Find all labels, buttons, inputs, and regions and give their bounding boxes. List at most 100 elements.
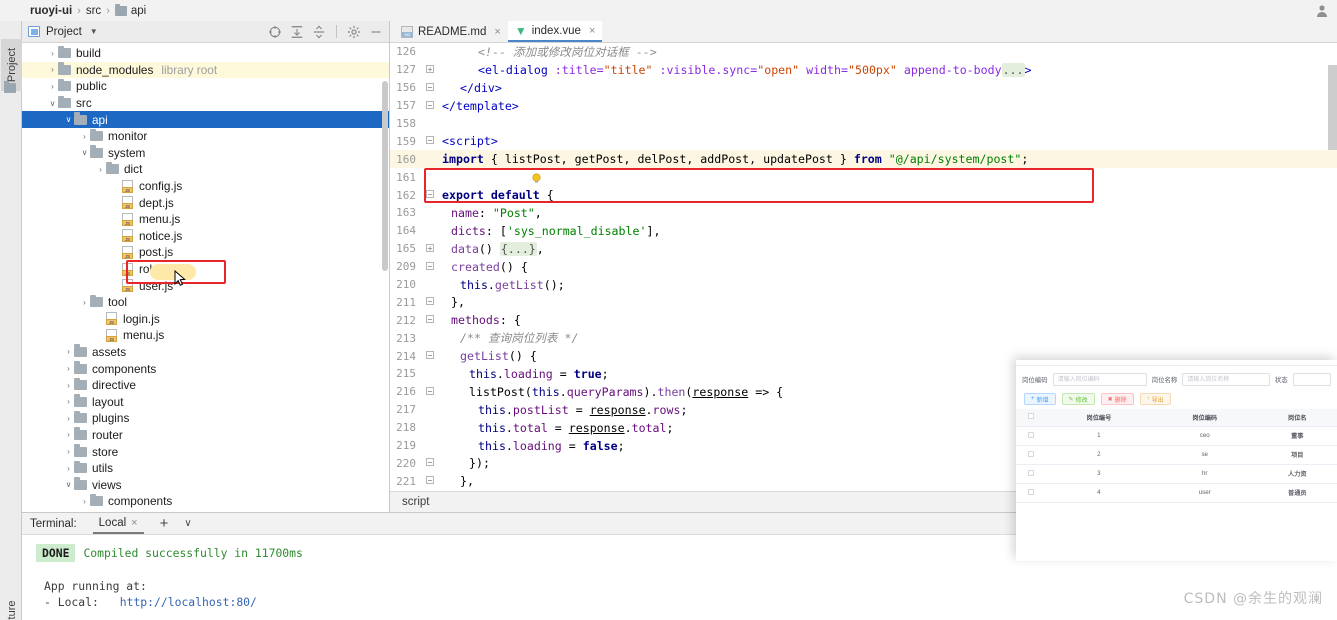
user-account-icon[interactable] xyxy=(1314,3,1330,19)
filter-input-post-name[interactable]: 请输入岗位名称 xyxy=(1182,373,1270,386)
row-checkbox[interactable] xyxy=(1028,469,1034,476)
export-button[interactable]: ↑ 导出 xyxy=(1139,393,1171,405)
tree-item-menu-js[interactable]: JS menu.js xyxy=(22,211,389,228)
tree-item-system[interactable]: ∨ system xyxy=(22,145,389,162)
tree-item-monitor[interactable]: › monitor xyxy=(22,128,389,145)
close-icon[interactable]: × xyxy=(589,25,595,37)
code-fold-toggle-icon[interactable]: − xyxy=(422,458,438,468)
row-checkbox[interactable] xyxy=(1028,450,1034,457)
tree-item-user-js[interactable]: JS user.js xyxy=(22,277,389,294)
delete-button[interactable]: ✖ 删除 xyxy=(1100,393,1134,405)
chevron-right-icon[interactable]: › xyxy=(96,165,105,174)
chevron-down-icon[interactable]: ∨ xyxy=(64,480,73,489)
select-all-checkbox[interactable] xyxy=(1028,413,1034,420)
locate-icon[interactable] xyxy=(268,25,282,39)
chevron-down-icon[interactable]: ▼ xyxy=(90,27,98,36)
code-fold-toggle-icon[interactable]: − xyxy=(422,297,438,307)
tree-scrollbar[interactable] xyxy=(382,81,388,271)
chevron-down-icon[interactable]: ∨ xyxy=(184,518,191,529)
terminal-tab-local[interactable]: Local × xyxy=(92,513,144,534)
breadcrumb-item-api[interactable]: api xyxy=(114,3,146,17)
tree-item-utils[interactable]: › utils xyxy=(22,460,389,477)
code-fold-toggle-icon[interactable]: − xyxy=(422,351,438,361)
tree-item-menu-js[interactable]: JS menu.js xyxy=(22,327,389,344)
tree-item-plugins[interactable]: › plugins xyxy=(22,410,389,427)
chevron-right-icon[interactable]: › xyxy=(80,298,89,307)
row-checkbox[interactable] xyxy=(1028,488,1034,495)
tree-item-login-js[interactable]: JS login.js xyxy=(22,311,389,328)
chevron-down-icon[interactable]: ∨ xyxy=(80,148,89,157)
chevron-right-icon[interactable]: › xyxy=(64,364,73,373)
chevron-right-icon[interactable]: › xyxy=(64,464,73,473)
chevron-right-icon[interactable]: › xyxy=(48,65,57,74)
close-icon[interactable]: × xyxy=(494,26,500,38)
tree-item-tool[interactable]: › tool xyxy=(22,294,389,311)
tree-item-dept-js[interactable]: JS dept.js xyxy=(22,194,389,211)
tree-item-notice-js[interactable]: JS notice.js xyxy=(22,228,389,245)
code-fold-toggle-icon[interactable]: + xyxy=(422,64,438,75)
tree-item-role-js[interactable]: JSrole.js xyxy=(22,261,389,278)
tree-item-public[interactable]: › public xyxy=(22,78,389,95)
code-fold-toggle-icon[interactable]: − xyxy=(422,82,438,93)
intention-bulb-icon[interactable] xyxy=(531,173,542,184)
tree-item-components[interactable]: › components xyxy=(22,493,389,510)
row-checkbox[interactable] xyxy=(1028,431,1034,438)
filter-input-post-code[interactable]: 请输入岗位编码 xyxy=(1052,373,1147,386)
tree-item-components[interactable]: › components xyxy=(22,360,389,377)
code-fold-toggle-icon[interactable]: − xyxy=(422,476,438,486)
breadcrumb-root[interactable]: ruoyi-ui xyxy=(30,5,72,17)
tree-item-store[interactable]: › store xyxy=(22,443,389,460)
code-fold-toggle-icon[interactable]: + xyxy=(422,243,438,254)
tree-item-src[interactable]: ∨ src xyxy=(22,95,389,112)
chevron-right-icon[interactable]: › xyxy=(64,447,73,456)
local-url-link[interactable]: http://localhost:80/ xyxy=(106,595,257,609)
add-terminal-icon[interactable]: + xyxy=(160,515,169,532)
close-icon[interactable]: × xyxy=(131,517,137,529)
filter-select-status[interactable] xyxy=(1292,373,1331,386)
code-fold-toggle-icon[interactable]: − xyxy=(422,190,438,200)
editor-tab-index-vue[interactable]: ▼ index.vue × xyxy=(507,21,603,42)
tree-item-api[interactable]: ∨ api xyxy=(22,111,389,128)
tree-item-node_modules[interactable]: › node_modules library root xyxy=(22,61,389,79)
chevron-right-icon[interactable]: › xyxy=(80,497,89,506)
tree-item-router[interactable]: › router xyxy=(22,427,389,444)
tree-item-layout[interactable]: › layout xyxy=(22,393,389,410)
chevron-right-icon[interactable]: › xyxy=(80,132,89,141)
tree-item-directive[interactable]: › directive xyxy=(22,377,389,394)
expand-all-icon[interactable] xyxy=(290,25,304,39)
tree-item-dict[interactable]: › dict xyxy=(22,161,389,178)
tool-tab-structure[interactable]: ture xyxy=(1,584,23,620)
code-fold-toggle-icon[interactable]: − xyxy=(422,315,438,325)
editor-tab-README-md[interactable]: README.md × xyxy=(394,21,508,42)
minimize-icon[interactable] xyxy=(369,25,383,39)
collapse-all-icon[interactable] xyxy=(312,25,326,39)
breadcrumb-item-src[interactable]: src xyxy=(86,5,101,17)
tree-item-build[interactable]: › build xyxy=(22,45,389,62)
browser-preview-overlay[interactable]: 岗位编码 请输入岗位编码 岗位名称 请输入岗位名称 状态 + 新增 ✎ 修改 ✖… xyxy=(1016,360,1337,561)
chevron-right-icon[interactable]: › xyxy=(64,381,73,390)
edit-button[interactable]: ✎ 修改 xyxy=(1061,393,1095,405)
chevron-right-icon[interactable]: › xyxy=(64,414,73,423)
code-fold-toggle-icon[interactable]: − xyxy=(422,261,438,272)
table-row[interactable]: 2 se 项目 xyxy=(1016,445,1337,465)
chevron-down-icon[interactable]: ∨ xyxy=(48,99,57,108)
chevron-right-icon[interactable]: › xyxy=(48,82,57,91)
tree-item-assets[interactable]: › assets xyxy=(22,344,389,361)
chevron-right-icon[interactable]: › xyxy=(64,430,73,439)
chevron-right-icon[interactable]: › xyxy=(48,49,57,58)
settings-gear-icon[interactable] xyxy=(347,25,361,39)
code-fold-toggle-icon[interactable]: − xyxy=(422,100,438,111)
tree-item-config-js[interactable]: JS config.js xyxy=(22,178,389,195)
project-file-tree[interactable]: › build › node_modules library root › public ∨ s… xyxy=(22,43,389,512)
table-row[interactable]: 1 ceo 董事 xyxy=(1016,426,1337,446)
chevron-right-icon[interactable]: › xyxy=(64,347,73,356)
chevron-down-icon[interactable]: ∨ xyxy=(64,115,73,124)
code-fold-toggle-icon[interactable]: − xyxy=(422,136,438,146)
code-fold-toggle-icon[interactable]: − xyxy=(422,386,438,397)
table-row[interactable]: 4 user 普通员 xyxy=(1016,483,1337,503)
add-button[interactable]: + 新增 xyxy=(1024,393,1056,405)
tree-item-views[interactable]: ∨ views xyxy=(22,476,389,493)
tree-item-post-js[interactable]: JS post.js xyxy=(22,244,389,261)
chevron-right-icon[interactable]: › xyxy=(64,397,73,406)
table-row[interactable]: 3 hr 人力资 xyxy=(1016,464,1337,484)
